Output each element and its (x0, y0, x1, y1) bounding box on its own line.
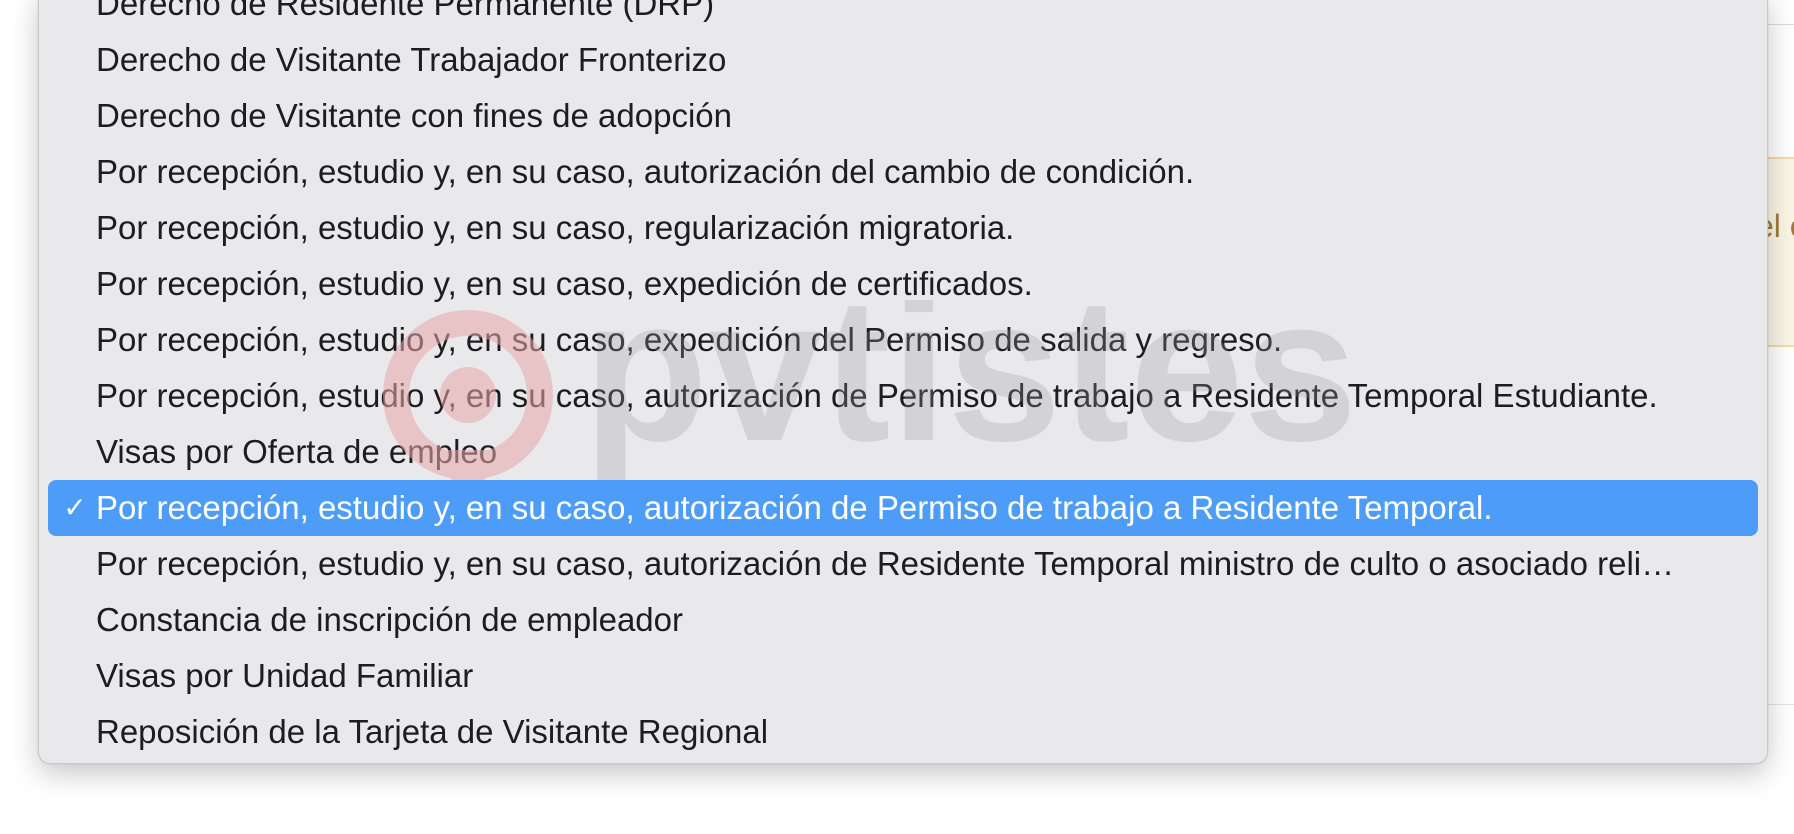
menu-item[interactable]: Por recepción, estudio y, en su caso, ex… (48, 312, 1758, 368)
menu-item-label: Derecho de Visitante Trabajador Fronteri… (96, 41, 727, 78)
menu-list: Derecho de Residente Permanente (DRP) Der… (39, 0, 1767, 760)
menu-item[interactable]: Por recepción, estudio y, en su caso, ex… (48, 256, 1758, 312)
menu-item[interactable]: Por recepción, estudio y, en su caso, au… (48, 536, 1758, 592)
menu-item[interactable]: Derecho de Residente Permanente (DRP) (48, 0, 1758, 32)
menu-item[interactable]: Reposición de la Tarjeta de Visitante Re… (48, 704, 1758, 760)
menu-item-label: Derecho de Visitante con fines de adopci… (96, 97, 732, 134)
dropdown-menu[interactable]: Derecho de Residente Permanente (DRP) Der… (38, 0, 1768, 764)
screen: el e Derecho de Residente Permanente (DR… (0, 0, 1794, 834)
menu-item[interactable]: Constancia de inscripción de empleador (48, 592, 1758, 648)
check-icon: ✓ (63, 492, 87, 523)
menu-item[interactable]: ✓ Por recepción, estudio y, en su caso, a… (48, 480, 1758, 536)
menu-item-label: Por recepción, estudio y, en su caso, au… (96, 377, 1658, 414)
menu-item-label: Visas por Oferta de empleo (96, 433, 498, 470)
menu-item-label: Por recepción, estudio y, en su caso, re… (96, 209, 1015, 246)
menu-item[interactable]: Derecho de Visitante Trabajador Fronteri… (48, 32, 1758, 88)
menu-item-label: Constancia de inscripción de empleador (96, 601, 684, 638)
menu-item[interactable]: Por recepción, estudio y, en su caso, re… (48, 200, 1758, 256)
menu-item-label: Reposición de la Tarjeta de Visitante Re… (96, 713, 769, 750)
menu-item-label: Derecho de Residente Permanente (DRP) (96, 0, 715, 22)
menu-item-label: Por recepción, estudio y, en su caso, au… (96, 153, 1195, 190)
menu-item-label: Por recepción, estudio y, en su caso, au… (96, 489, 1493, 526)
menu-item[interactable]: Por recepción, estudio y, en su caso, au… (48, 144, 1758, 200)
menu-item-label: Visas por Unidad Familiar (96, 657, 474, 694)
menu-item[interactable]: Derecho de Visitante con fines de adopci… (48, 88, 1758, 144)
menu-item-label: Por recepción, estudio y, en su caso, ex… (96, 265, 1033, 302)
menu-item[interactable]: Visas por Oferta de empleo (48, 424, 1758, 480)
menu-item[interactable]: Visas por Unidad Familiar (48, 648, 1758, 704)
menu-item[interactable]: Por recepción, estudio y, en su caso, au… (48, 368, 1758, 424)
menu-item-label: Por recepción, estudio y, en su caso, ex… (96, 321, 1283, 358)
background-rule (1764, 704, 1794, 705)
menu-item-label: Por recepción, estudio y, en su caso, au… (96, 545, 1675, 582)
